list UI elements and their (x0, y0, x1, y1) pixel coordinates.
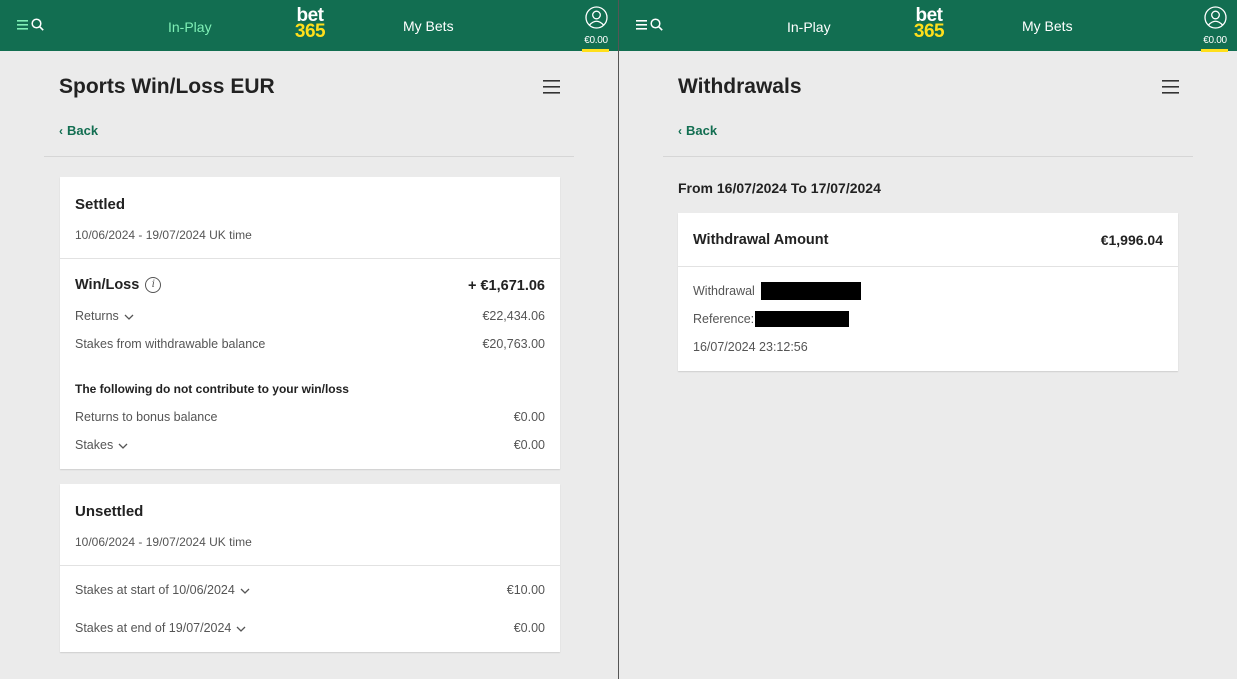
stakes-withdrawable-value: €20,763.00 (482, 337, 545, 351)
unsettled-card: Unsettled 10/06/2024 - 19/07/2024 UK tim… (60, 484, 560, 652)
win-loss-value: + €1,671.06 (467, 278, 545, 294)
returns-bonus-value: €0.00 (513, 410, 545, 424)
withdrawal-amount-value: €1,996.04 (1100, 232, 1163, 248)
settled-card: Settled 10/06/2024 - 19/07/2024 UK time … (60, 177, 560, 469)
search-icon (650, 18, 663, 31)
nav-my-bets[interactable]: My Bets (403, 18, 454, 34)
withdrawals-panel: In-Play bet 365 My Bets €0.00 Withdrawal… (619, 0, 1237, 679)
back-link[interactable]: ‹ Back (59, 123, 98, 138)
stakes-start-toggle[interactable]: Stakes at start of 10/06/2024 (75, 583, 250, 597)
win-loss-panel: In-Play bet 365 My Bets €0.00 Sports Win… (0, 0, 618, 679)
account-button[interactable]: €0.00 (1201, 6, 1229, 52)
withdrawal-period: From 16/07/2024 To 17/07/2024 (678, 180, 881, 196)
chevron-down-icon (124, 314, 134, 320)
win-loss-label: Win/Loss i (75, 277, 162, 294)
top-nav-bar: In-Play bet 365 My Bets €0.00 (0, 0, 618, 52)
chevron-down-icon (240, 588, 250, 594)
stakes-toggle[interactable]: Stakes (75, 438, 128, 452)
unsettled-date-range: 10/06/2024 - 19/07/2024 UK time (75, 535, 252, 549)
stakes-withdrawable-label: Stakes from withdrawable balance (75, 337, 266, 351)
page-menu-icon[interactable] (1162, 80, 1179, 94)
chevron-down-icon (118, 443, 128, 449)
menu-search-button[interactable] (636, 18, 663, 31)
settled-date-range: 10/06/2024 - 19/07/2024 UK time (75, 228, 252, 242)
stakes-end-value: €0.00 (513, 621, 545, 635)
menu-icon (636, 19, 647, 30)
withdrawal-timestamp: 16/07/2024 23:12:56 (693, 340, 808, 354)
chevron-left-icon: ‹ (678, 124, 682, 138)
balance-underline (582, 49, 609, 52)
nav-in-play[interactable]: In-Play (787, 19, 831, 35)
returns-toggle[interactable]: Returns (75, 309, 134, 323)
balance-underline (1201, 49, 1228, 52)
stakes-end-toggle[interactable]: Stakes at end of 19/07/2024 (75, 621, 246, 635)
balance-label: €0.00 (1203, 35, 1227, 46)
balance-label: €0.00 (584, 35, 608, 46)
back-link[interactable]: ‹ Back (678, 123, 717, 138)
withdrawal-amount-label: Withdrawal Amount (693, 232, 829, 248)
withdrawal-label: Withdrawal (693, 284, 755, 298)
settled-title: Settled (75, 196, 126, 213)
menu-icon (17, 19, 28, 30)
non-contributing-note: The following do not contribute to your … (75, 382, 349, 396)
stakes-start-value: €10.00 (506, 583, 545, 597)
account-button[interactable]: €0.00 (582, 6, 610, 52)
page-title: Sports Win/Loss EUR (59, 75, 275, 98)
chevron-left-icon: ‹ (59, 124, 63, 138)
returns-bonus-label: Returns to bonus balance (75, 410, 218, 424)
redacted-withdrawal-id (761, 282, 861, 300)
top-nav-bar: In-Play bet 365 My Bets €0.00 (619, 0, 1237, 52)
divider (60, 258, 560, 259)
bet365-logo[interactable]: bet 365 (290, 6, 330, 41)
divider (678, 266, 1178, 267)
redacted-reference (755, 311, 849, 327)
chevron-down-icon (236, 626, 246, 632)
bet365-logo[interactable]: bet 365 (909, 6, 949, 41)
reference-label: Reference: (693, 312, 755, 326)
search-icon (31, 18, 44, 31)
page-menu-icon[interactable] (543, 80, 560, 94)
info-icon[interactable]: i (145, 277, 162, 294)
divider (60, 565, 560, 566)
unsettled-title: Unsettled (75, 503, 144, 520)
user-icon (584, 6, 608, 29)
returns-value: €22,434.06 (482, 309, 545, 323)
user-icon (1203, 6, 1227, 29)
stakes-value: €0.00 (513, 438, 545, 452)
divider (663, 156, 1193, 157)
nav-in-play[interactable]: In-Play (168, 19, 212, 35)
menu-search-button[interactable] (17, 18, 44, 31)
page-title: Withdrawals (678, 75, 802, 98)
nav-my-bets[interactable]: My Bets (1022, 18, 1073, 34)
divider (44, 156, 574, 157)
withdrawal-card: Withdrawal Amount €1,996.04 Withdrawal R… (678, 213, 1178, 371)
